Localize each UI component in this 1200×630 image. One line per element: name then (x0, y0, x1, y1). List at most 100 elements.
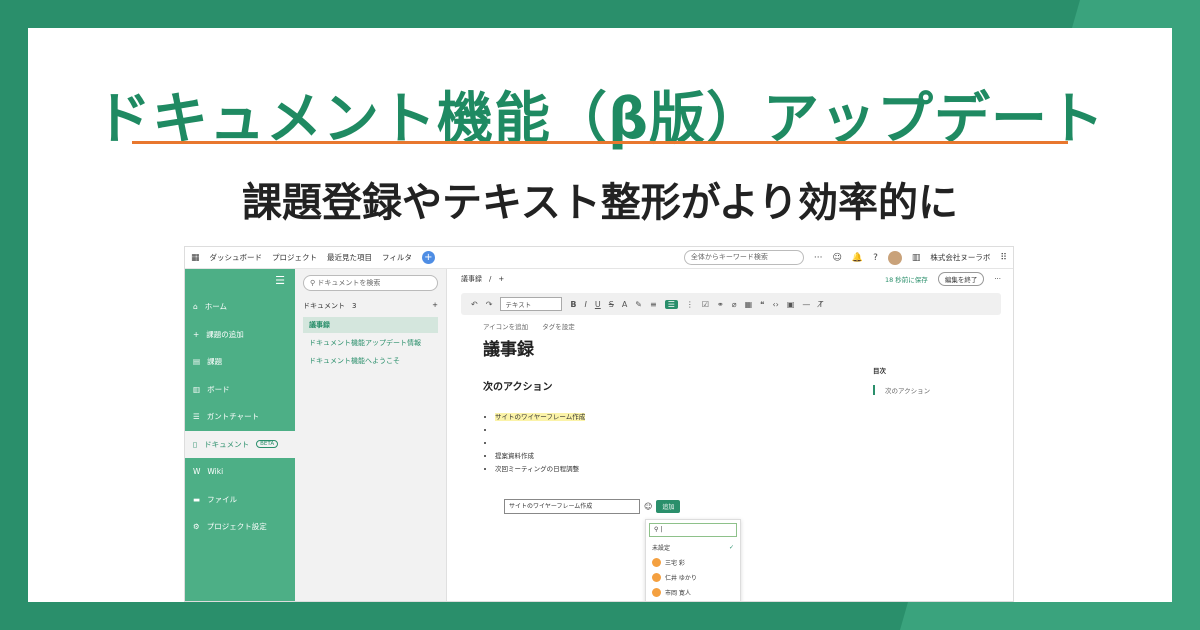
tree-doc-item[interactable]: 議事録 (303, 317, 438, 333)
doc-title[interactable]: 議事録 (483, 335, 979, 360)
tree-header: ドキュメント 3 + (295, 297, 446, 315)
sidebar-item-document[interactable]: ▯ ドキュメント BETA (185, 430, 295, 458)
user-avatar[interactable] (887, 250, 902, 265)
list-item[interactable]: 提案資料作成 (495, 450, 1013, 463)
sidebar-item-label: プロジェクト設定 (206, 522, 267, 532)
strike-icon[interactable]: S (609, 300, 614, 309)
sidebar-item-label: ホーム (204, 302, 228, 312)
save-status: 18 秒前に保存 (884, 276, 928, 284)
clear-format-icon[interactable]: T̸ (818, 300, 823, 309)
global-search-input[interactable]: 全体からキーワード検索 (683, 250, 804, 265)
italic-icon[interactable]: I (585, 300, 587, 309)
table-of-contents: 目次 次のアクション (873, 365, 930, 395)
assignee-name: 未設定 (652, 545, 671, 552)
sidebar-item-label: ファイル (207, 494, 238, 504)
nav-dashboard[interactable]: ダッシュボード (210, 252, 263, 263)
list-item-text: 次回ミーティングの日程調整 (495, 465, 580, 473)
list-item[interactable] (495, 437, 1013, 450)
project-sidebar: ☰ ⌂ ホーム + 課題の追加 ▤ 課題 ▥ ボード ☰ ガントチャート ▯ ドキュメント B… (185, 269, 295, 601)
link-icon[interactable]: ⚭ (717, 300, 724, 309)
sidebar-item-wiki[interactable]: W Wiki (185, 458, 295, 486)
sidebar-item-board[interactable]: ▥ ボード (185, 376, 295, 404)
assignee-option[interactable]: 仁井 ゆかり (646, 570, 740, 585)
file-icon: ▬ (193, 494, 201, 504)
editor-header: 議事録 / + 18 秒前に保存 編集を終了 ··· (447, 269, 1013, 289)
bell-icon[interactable]: 🔔 (852, 253, 863, 263)
number-list-icon[interactable]: ⋮ (686, 300, 694, 309)
text-style-select[interactable]: テキスト (500, 297, 563, 311)
add-issue-button[interactable]: 追加 (656, 500, 681, 513)
sidebar-item-settings[interactable]: ⚙ プロジェクト設定 (185, 513, 295, 541)
add-document-button[interactable]: + (432, 301, 438, 311)
add-plus-icon[interactable]: + (421, 251, 435, 264)
breadcrumb[interactable]: 議事録 / + (461, 274, 504, 284)
underline-icon[interactable]: U (595, 300, 601, 309)
bullet-list-icon[interactable]: ☰ (664, 299, 678, 309)
quote-icon[interactable]: ❝ (760, 300, 764, 309)
assignee-option[interactable]: 三宅 彩 (646, 555, 740, 570)
redo-icon[interactable]: ↷ (486, 300, 493, 309)
sidebar-item-issues[interactable]: ▤ 課題 (185, 348, 295, 376)
hr-icon[interactable]: — (802, 300, 810, 309)
avatar (652, 588, 661, 597)
list-item[interactable] (495, 424, 1013, 437)
assignee-icon[interactable]: ☺ (644, 502, 652, 511)
sidebar-item-file[interactable]: ▬ ファイル (185, 486, 295, 514)
more-icon[interactable]: ··· (814, 253, 823, 263)
nav-project[interactable]: プロジェクト (272, 252, 317, 263)
sidebar-item-gantt[interactable]: ☰ ガントチャート (185, 403, 295, 431)
help-icon[interactable]: ? (873, 253, 878, 263)
toc-entry[interactable]: 次のアクション (873, 385, 930, 395)
gantt-icon: ☰ (193, 412, 200, 422)
checklist-icon[interactable]: ☑ (702, 300, 709, 309)
issue-create-popup: サイトのワイヤーフレーム作成 ☺ 追加 (504, 499, 681, 514)
more-icon[interactable]: ··· (994, 275, 1001, 283)
end-edit-button[interactable]: 編集を終了 (937, 272, 985, 286)
list-item-text: サイトのワイヤーフレーム作成 (495, 413, 586, 421)
document-editor: 議事録 / + 18 秒前に保存 編集を終了 ··· ↶ ↷ テキスト B I … (447, 269, 1013, 601)
nav-recent[interactable]: 最近見た項目 (327, 252, 372, 263)
list-item[interactable]: 次回ミーティングの日程調整 (495, 463, 1013, 476)
assignee-name: 市岡 寛人 (665, 590, 691, 597)
font-color-icon[interactable]: A (622, 300, 627, 309)
org-name[interactable]: 株式会社ヌーラボ (930, 252, 990, 263)
org-icon: ▥ (911, 252, 921, 263)
sidebar-item-add-issue[interactable]: + 課題の追加 (185, 321, 295, 349)
document-search-input[interactable]: ⚲ ドキュメントを検索 (303, 275, 438, 291)
image-icon[interactable]: ▣ (787, 300, 795, 309)
code-icon[interactable]: ‹› (772, 300, 778, 309)
issue-title-input[interactable]: サイトのワイヤーフレーム作成 (504, 499, 640, 514)
title-underline (132, 141, 1068, 144)
nav-filter[interactable]: フィルタ (382, 252, 412, 263)
app-screenshot: ▦ ダッシュボード プロジェクト 最近見た項目 フィルタ + 全体からキーワード… (184, 246, 1014, 602)
bold-icon[interactable]: B (570, 300, 576, 309)
set-tag-button[interactable]: タグを設定 (542, 321, 575, 331)
avatar (652, 558, 661, 567)
attach-icon[interactable]: ⌀ (732, 300, 737, 309)
table-icon[interactable]: ▦ (745, 300, 753, 309)
assignee-name: 三宅 彩 (665, 560, 685, 567)
avatar (652, 573, 661, 582)
list-item-text: 提案資料作成 (495, 452, 534, 460)
document-count: 3 (352, 302, 357, 310)
assignee-search-input[interactable]: ⚲ | (649, 523, 737, 537)
tree-doc-item[interactable]: ドキュメント機能へようこそ (303, 353, 438, 369)
app-logo-icon[interactable]: ▦ (191, 253, 200, 263)
document-tree: ⚲ ドキュメントを検索 ドキュメント 3 + 議事録 ドキュメント機能アップデート… (295, 269, 447, 601)
watch-icon[interactable]: ☺ (833, 253, 842, 263)
apps-grid-icon[interactable]: ⠿ (1000, 253, 1007, 263)
assignee-option[interactable]: 未設定 ✓ (646, 540, 740, 555)
assignee-option[interactable]: 市岡 寛人 (646, 585, 740, 600)
banner-subtitle: 課題登録やテキスト整形がより効率的に (242, 180, 958, 226)
format-toolbar: ↶ ↷ テキスト B I U S A ✎ ≡ ☰ ⋮ ☑ ⚭ ⌀ ▦ ❝ ‹› … (461, 293, 1001, 315)
add-icon-button[interactable]: アイコンを追加 (483, 321, 528, 331)
assignee-dropdown: ⚲ | 未設定 ✓ 三宅 彩 仁井 ゆかり 市岡 寛人 (645, 519, 741, 601)
undo-icon[interactable]: ↶ (471, 300, 478, 309)
sidebar-item-home[interactable]: ⌂ ホーム (185, 293, 295, 321)
highlight-icon[interactable]: ✎ (635, 300, 642, 309)
tree-doc-item[interactable]: ドキュメント機能アップデート情報 (303, 335, 438, 351)
home-icon: ⌂ (193, 302, 198, 312)
menu-icon[interactable]: ☰ (185, 269, 295, 293)
align-icon[interactable]: ≡ (650, 300, 657, 309)
list-item[interactable]: サイトのワイヤーフレーム作成 (495, 411, 1013, 424)
